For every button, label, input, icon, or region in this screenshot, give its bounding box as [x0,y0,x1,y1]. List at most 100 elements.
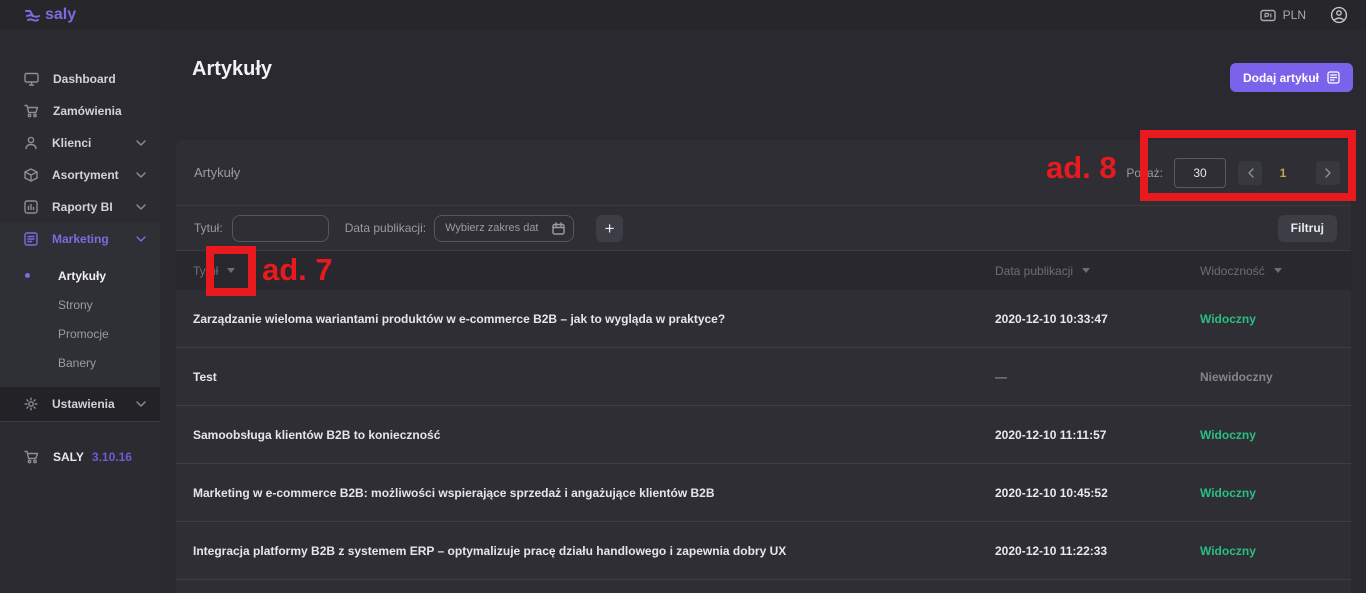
next-page-button[interactable] [1316,161,1340,185]
logo-text: saly [45,6,76,24]
marketing-submenu: Artykuły Strony Promocje Banery [0,255,160,387]
sidebar-item-label: Ustawienia [52,397,115,411]
filter-bar: Tytuł: Data publikacji: + Filtruj [176,205,1351,250]
submenu-item-label: Banery [58,356,96,370]
chevron-down-icon [136,140,146,146]
banknote-icon [1260,9,1276,22]
article-title: Marketing w e-commerce B2B: możliwości w… [193,486,995,500]
submenu-item-strony[interactable]: Strony [0,290,160,319]
sidebar-item-label: Marketing [52,232,109,246]
sidebar-item-asortyment[interactable]: Asortyment [0,159,160,191]
logo-cart-icon [24,8,41,23]
submenu-item-label: Strony [58,298,93,312]
submenu-item-artykuly[interactable]: Artykuły [0,261,160,290]
filter-submit-button[interactable]: Filtruj [1278,215,1337,242]
monitor-icon [24,72,39,86]
app-logo[interactable]: saly [24,6,76,24]
sidebar-item-dashboard[interactable]: Dashboard [0,63,160,95]
chevron-down-icon [136,172,146,178]
sort-icon-date[interactable] [1082,268,1090,273]
sidebar-item-ustawienia[interactable]: Ustawienia [0,387,160,421]
articles-panel: Artykuły Pokaż: 1 Tytuł: Data publikacji… [176,140,1351,593]
table-row[interactable]: Test — Niewidoczny [176,348,1351,406]
visibility-status: Widoczny [1200,312,1334,326]
article-title: Samoobsługa klientów B2B to konieczność [193,428,995,442]
publish-date: 2020-12-10 10:33:47 [995,312,1200,326]
prev-page-button[interactable] [1238,161,1262,185]
table-header: Tytuł Data publikacji Widoczność [176,250,1351,290]
sidebar-nav: Dashboard Zamówienia Klienci [0,30,160,464]
visibility-status: Widoczny [1200,486,1334,500]
column-header-title: Tytuł [193,264,995,278]
sidebar-item-klienci[interactable]: Klienci [0,127,160,159]
add-article-button[interactable]: Dodaj artykuł [1230,63,1353,92]
app-name: SALY [53,450,84,464]
page-size-input[interactable] [1174,158,1226,188]
add-filter-button[interactable]: + [596,215,623,242]
date-range-input[interactable] [434,215,574,242]
article-title: Test [193,370,995,384]
sidebar-item-zamowienia[interactable]: Zamówienia [0,95,160,127]
pagination: Pokaż: 1 [1126,158,1340,188]
publish-date: — [995,370,1200,384]
publish-date: 2020-12-10 10:45:52 [995,486,1200,500]
page-title: Artykuły [192,58,272,81]
date-filter-label: Data publikacji: [345,221,426,235]
current-page-number: 1 [1268,166,1298,180]
topbar: saly PLN [0,0,1366,30]
sidebar-item-label: Klienci [52,136,91,150]
user-menu[interactable] [1330,6,1348,24]
show-label: Pokaż: [1126,166,1163,180]
date-filter-wrap [434,215,574,242]
article-title: Zarządzanie wieloma wariantami produktów… [193,312,995,326]
column-label: Tytuł [193,264,218,278]
report-icon [24,200,38,214]
submenu-item-promocje[interactable]: Promocje [0,319,160,348]
visibility-status: Niewidoczny [1200,370,1334,384]
sidebar-item-marketing[interactable]: Marketing [0,223,160,255]
chevron-down-icon [136,401,146,407]
visibility-status: Widoczny [1200,428,1334,442]
title-filter-input[interactable] [232,215,329,242]
app-window: saly PLN Dashboard [0,0,1366,593]
box-icon [24,168,38,182]
currency-label: PLN [1283,8,1306,22]
marketing-group: Marketing Artykuły Strony Promocje [0,223,160,387]
article-title: Integracja platformy B2B z systemem ERP … [193,544,995,558]
column-label: Data publikacji [995,264,1073,278]
sort-icon-title[interactable] [227,268,235,273]
submenu-item-label: Promocje [58,327,109,341]
sidebar-item-label: Raporty BI [52,200,113,214]
table-row[interactable]: Samoobsługa klientów B2B to konieczność … [176,406,1351,464]
publish-date: 2020-12-10 11:22:33 [995,544,1200,558]
sidebar-footer: SALY 3.10.16 [0,450,160,464]
chevron-down-icon [136,204,146,210]
table-row[interactable]: Marketing w e-commerce B2B: możliwości w… [176,464,1351,522]
panel-header: Artykuły Pokaż: 1 [176,140,1351,205]
publish-date: 2020-12-10 11:11:57 [995,428,1200,442]
submenu-item-label: Artykuły [58,269,106,283]
person-icon [24,136,38,150]
main-content: Artykuły Dodaj artykuł Artykuły Pokaż: 1 [160,30,1366,593]
gear-icon [24,397,38,411]
megaphone-icon [24,232,38,246]
sidebar-item-label: Zamówienia [53,104,122,118]
add-article-label: Dodaj artykuł [1243,71,1319,85]
submenu-item-banery[interactable]: Banery [0,348,160,377]
currency-selector[interactable]: PLN [1260,8,1306,22]
title-filter-label: Tytuł: [194,221,223,235]
panel-title: Artykuły [194,165,240,180]
cart-icon [24,450,39,464]
chevron-down-icon [136,236,146,242]
sidebar-item-raporty-bi[interactable]: Raporty BI [0,191,160,223]
cart-icon [24,104,39,118]
sidebar-item-label: Dashboard [53,72,116,86]
sidebar-item-label: Asortyment [52,168,119,182]
sort-icon-visibility[interactable] [1274,268,1282,273]
table-row[interactable]: Integracja platformy B2B z systemem ERP … [176,522,1351,580]
column-header-visibility: Widoczność [1200,264,1334,278]
visibility-status: Widoczny [1200,544,1334,558]
article-icon [1327,71,1340,84]
topbar-right: PLN [1260,6,1348,24]
table-row[interactable]: Zarządzanie wieloma wariantami produktów… [176,290,1351,348]
